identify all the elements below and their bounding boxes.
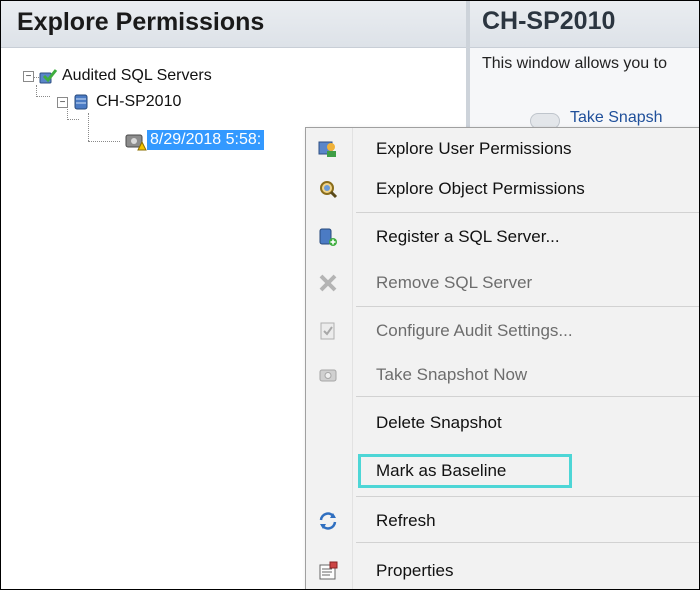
menu-item-label: Explore Object Permissions xyxy=(376,179,585,198)
configure-icon xyxy=(318,321,338,341)
register-server-icon xyxy=(318,227,338,247)
menu-item-label: Remove SQL Server xyxy=(376,273,533,292)
tree-connector xyxy=(67,119,79,120)
collapse-toggle[interactable]: − xyxy=(23,70,34,82)
menu-separator xyxy=(356,306,699,307)
app-window: Explore Permissions − Audited SQL Server… xyxy=(0,0,700,590)
tree-node-label: Audited SQL Servers xyxy=(62,67,212,84)
menu-separator xyxy=(356,212,699,213)
remove-icon xyxy=(318,273,338,293)
tree-node-label: CH-SP2010 xyxy=(96,93,182,110)
menu-item-label: Refresh xyxy=(376,511,436,530)
menu-item-explore-object-permissions[interactable]: Explore Object Permissions xyxy=(306,170,699,208)
collapse-toggle[interactable]: − xyxy=(57,96,68,108)
object-permissions-icon xyxy=(318,179,338,199)
tree-node-snapshot[interactable]: 8/29/2018 5:58: xyxy=(121,129,265,151)
right-pane-header: CH-SP2010 xyxy=(470,1,699,48)
right-pane-title: CH-SP2010 xyxy=(482,7,616,35)
context-menu: Explore User Permissions Explore Object … xyxy=(305,127,699,589)
menu-item-explore-user-permissions[interactable]: Explore User Permissions xyxy=(306,130,699,168)
menu-item-register-sql-server[interactable]: Register a SQL Server... xyxy=(306,218,699,256)
selected-snapshot-label: 8/29/2018 5:58: xyxy=(147,130,265,150)
refresh-icon xyxy=(318,511,338,531)
snapshot-warning-icon xyxy=(125,131,147,151)
menu-separator xyxy=(356,496,699,497)
menu-separator xyxy=(356,542,699,543)
menu-item-label: Delete Snapshot xyxy=(376,413,502,432)
tree-node-audited-servers[interactable]: − Audited SQL Servers xyxy=(23,65,212,87)
menu-item-delete-snapshot[interactable]: Delete Snapshot xyxy=(306,404,699,442)
take-snapshot-link[interactable]: Take Snapsh xyxy=(570,109,663,127)
menu-item-refresh[interactable]: Refresh xyxy=(306,502,699,540)
menu-item-label: Take Snapshot Now xyxy=(376,365,528,384)
tree-connector xyxy=(36,96,50,97)
highlight-box xyxy=(358,454,572,488)
menu-item-label: Register a SQL Server... xyxy=(376,227,560,246)
menu-item-label: Configure Audit Settings... xyxy=(376,321,573,340)
camera-icon xyxy=(318,365,338,385)
menu-item-label: Explore User Permissions xyxy=(376,139,572,158)
menu-item-configure-audit-settings[interactable]: Configure Audit Settings... xyxy=(306,312,699,350)
menu-item-properties[interactable]: Properties xyxy=(306,552,699,589)
menu-separator xyxy=(356,396,699,397)
menu-item-take-snapshot-now[interactable]: Take Snapshot Now xyxy=(306,356,699,394)
tree-node-server[interactable]: − CH-SP2010 xyxy=(57,91,181,113)
audited-servers-icon xyxy=(38,67,58,85)
user-permissions-icon xyxy=(318,139,338,159)
left-pane-header: Explore Permissions xyxy=(1,1,466,48)
tree-connector xyxy=(88,113,89,141)
sql-server-icon xyxy=(72,93,90,111)
menu-item-label: Properties xyxy=(376,561,454,580)
left-pane-title: Explore Permissions xyxy=(17,8,265,36)
properties-icon xyxy=(318,561,338,581)
tree-connector xyxy=(88,141,120,142)
right-pane-description: This window allows you to xyxy=(482,55,667,72)
menu-item-remove-sql-server[interactable]: Remove SQL Server xyxy=(306,264,699,302)
